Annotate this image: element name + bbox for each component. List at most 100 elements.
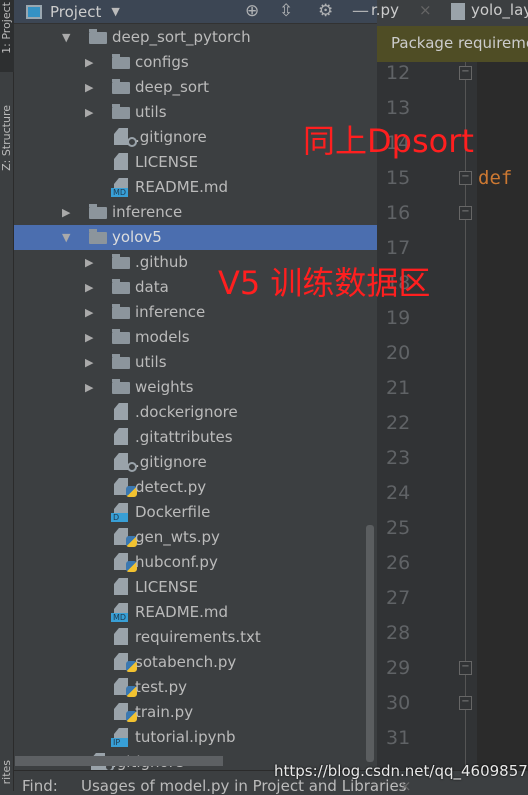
collapse-arrow-icon[interactable]: ▶ bbox=[85, 381, 93, 394]
line-number: 23 bbox=[386, 447, 411, 469]
python-file-icon bbox=[114, 678, 137, 697]
collapse-all-icon[interactable]: ⇳ bbox=[279, 1, 293, 21]
tree-item-label: Dockerfile bbox=[135, 503, 211, 521]
chevron-down-icon[interactable]: ▼ bbox=[111, 5, 119, 18]
tree-file[interactable]: .dockerignore bbox=[14, 400, 377, 425]
tree-item-label: .gitignore bbox=[135, 453, 207, 471]
folder-icon bbox=[89, 204, 107, 219]
tree-file[interactable]: sotabench.py bbox=[14, 650, 377, 675]
collapse-arrow-icon[interactable]: ▶ bbox=[85, 281, 93, 294]
tree-file[interactable]: MD README.md bbox=[14, 175, 377, 200]
tree-item-label: README.md bbox=[135, 603, 229, 621]
tree-folder[interactable]: ▶ utils bbox=[14, 350, 377, 375]
expand-arrow-icon[interactable]: ▼ bbox=[62, 31, 70, 44]
fold-marker-icon[interactable]: − bbox=[459, 661, 472, 675]
tree-file[interactable]: D Dockerfile bbox=[14, 500, 377, 525]
annotation-v5: V5 训练数据区 bbox=[218, 264, 431, 302]
tree-file[interactable]: requirements.txt bbox=[14, 625, 377, 650]
tree-item-label: tutorial.ipynb bbox=[135, 728, 236, 746]
tree-item-label: inference bbox=[112, 203, 183, 221]
tree-folder[interactable]: ▶ models bbox=[14, 325, 377, 350]
collapse-arrow-icon[interactable]: ▶ bbox=[85, 256, 93, 269]
tree-item-label: gen_wts.py bbox=[135, 528, 220, 546]
gear-icon[interactable]: ⚙ bbox=[318, 1, 333, 21]
tree-item-label: utils bbox=[135, 353, 167, 371]
line-number: 17 bbox=[386, 237, 411, 259]
tree-file[interactable]: IP tutorial.ipynb bbox=[14, 725, 377, 750]
tree-file[interactable]: .gitattributes bbox=[14, 425, 377, 450]
folder-icon bbox=[89, 229, 107, 244]
tree-item-label: data bbox=[135, 278, 169, 296]
tree-file[interactable]: hubconf.py bbox=[14, 550, 377, 575]
tree-folder[interactable]: ▶ weights bbox=[14, 375, 377, 400]
line-number: 27 bbox=[386, 587, 411, 609]
collapse-arrow-icon[interactable]: ▶ bbox=[85, 56, 93, 69]
line-number: 22 bbox=[386, 412, 411, 434]
fold-marker-icon[interactable]: − bbox=[459, 696, 472, 710]
markdown-file-icon: MD bbox=[111, 603, 132, 622]
gitignore-file-icon bbox=[114, 128, 137, 147]
tree-folder[interactable]: ▶ configs bbox=[14, 50, 377, 75]
tree-file[interactable]: .gitignore bbox=[14, 450, 377, 475]
line-number: 31 bbox=[386, 727, 411, 749]
line-number: 25 bbox=[386, 517, 411, 539]
tree-item-label: yolov5 bbox=[112, 228, 162, 246]
tree-item-label: models bbox=[135, 328, 190, 346]
tree-item-label: sotabench.py bbox=[135, 653, 237, 671]
line-number: 21 bbox=[386, 377, 411, 399]
folder-icon bbox=[112, 79, 130, 94]
collapse-arrow-icon[interactable]: ▶ bbox=[85, 356, 93, 369]
folder-icon bbox=[112, 254, 130, 269]
tree-file[interactable]: test.py bbox=[14, 675, 377, 700]
tree-item-label: utils bbox=[135, 103, 167, 121]
collapse-arrow-icon[interactable]: ▶ bbox=[85, 106, 93, 119]
tab-label[interactable]: yolo_lay bbox=[471, 1, 528, 19]
tree-folder[interactable]: ▶ inference bbox=[14, 200, 377, 225]
structure-tool-tab[interactable]: Z: Structure bbox=[0, 105, 14, 171]
line-number: 30 bbox=[386, 692, 411, 714]
package-requirements-banner: Package requirements bbox=[377, 26, 528, 62]
tree-item-label: detect.py bbox=[135, 478, 207, 496]
tree-scrollbar[interactable] bbox=[366, 525, 374, 762]
tree-file[interactable]: detect.py bbox=[14, 475, 377, 500]
tree-item-label: LICENSE bbox=[135, 578, 198, 596]
collapse-arrow-icon[interactable]: ▶ bbox=[85, 81, 93, 94]
tree-folder[interactable]: ▼ yolov5 bbox=[14, 225, 377, 250]
tree-file[interactable]: MD README.md bbox=[14, 600, 377, 625]
tree-item-label: weights bbox=[135, 378, 194, 396]
tree-item-label: LICENSE bbox=[135, 153, 198, 171]
tree-file[interactable]: train.py bbox=[14, 700, 377, 725]
tool-window-strip: 1: Project Z: Structure rites bbox=[0, 0, 14, 791]
line-number: 19 bbox=[386, 307, 411, 329]
line-number: 26 bbox=[386, 552, 411, 574]
line-number: 16 bbox=[386, 202, 411, 224]
project-view-title[interactable]: Project bbox=[50, 3, 101, 21]
locate-icon[interactable]: ⊕ bbox=[245, 1, 259, 21]
project-tool-tab[interactable]: 1: Project bbox=[0, 2, 14, 54]
minimize-icon[interactable]: — bbox=[352, 1, 369, 21]
expand-arrow-icon[interactable]: ▼ bbox=[62, 231, 70, 244]
fold-marker-icon[interactable]: − bbox=[459, 206, 472, 220]
fold-marker-icon[interactable]: − bbox=[459, 66, 472, 80]
tree-file[interactable]: LICENSE bbox=[14, 575, 377, 600]
project-header: Project ▼ ⊕ ⇳ ⚙ — bbox=[14, 0, 377, 24]
tree-file[interactable]: gen_wts.py bbox=[14, 525, 377, 550]
favorites-tool-tab[interactable]: rites bbox=[0, 760, 14, 784]
tree-folder[interactable]: ▼ deep_sort_pytorch bbox=[14, 25, 377, 50]
collapse-arrow-icon[interactable]: ▶ bbox=[85, 331, 93, 344]
line-number: 20 bbox=[386, 342, 411, 364]
fold-marker-icon[interactable]: − bbox=[459, 171, 472, 185]
tab-label[interactable]: r.py bbox=[371, 1, 399, 19]
tree-folder[interactable]: ▶ deep_sort bbox=[14, 75, 377, 100]
collapse-arrow-icon[interactable]: ▶ bbox=[62, 206, 70, 219]
tree-item-label: inference bbox=[135, 303, 206, 321]
tree-item-label: .gitattributes bbox=[135, 428, 233, 446]
line-number: 29 bbox=[386, 657, 411, 679]
editor-tabs: r.py × yolo_lay bbox=[371, 0, 528, 24]
tree-item-label: .github bbox=[135, 253, 188, 271]
project-icon bbox=[26, 4, 42, 19]
collapse-arrow-icon[interactable]: ▶ bbox=[85, 306, 93, 319]
folder-icon bbox=[89, 29, 107, 44]
close-tab-icon[interactable]: × bbox=[419, 1, 432, 19]
tree-item-label: .gitignore bbox=[135, 128, 207, 146]
